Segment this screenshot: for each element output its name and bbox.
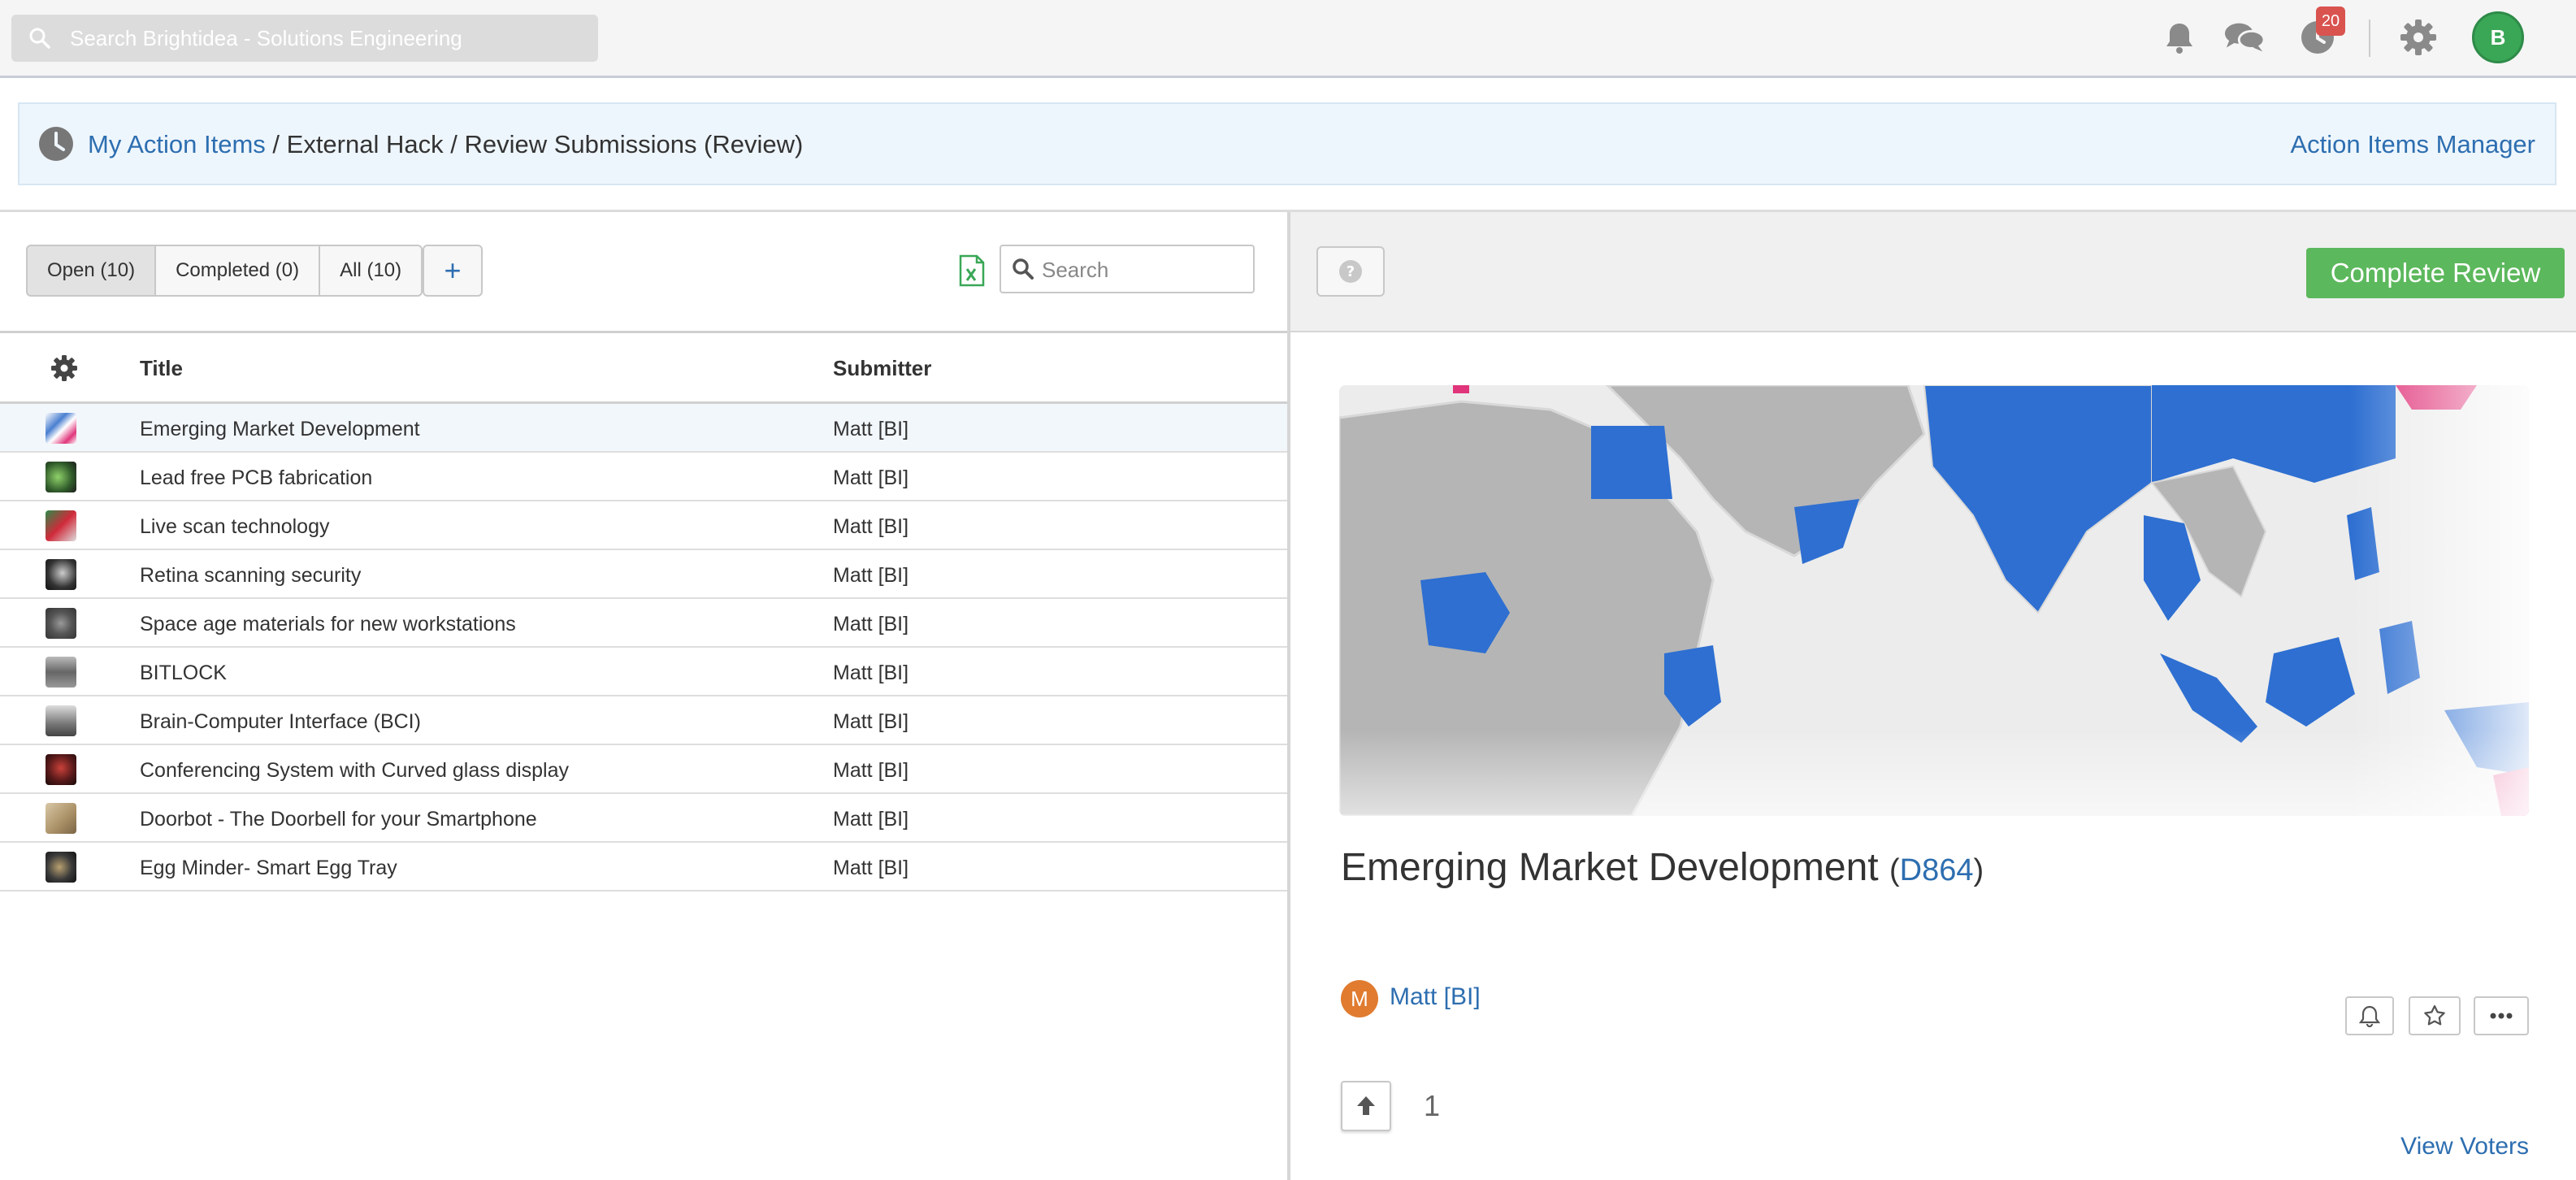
table-row[interactable]: Retina scanning security Matt [BI] [0, 550, 1287, 599]
breadcrumb-separator: / [443, 130, 465, 158]
gear-icon[interactable] [2397, 16, 2439, 59]
filter-all-button[interactable]: All (10) [319, 245, 423, 297]
idea-title: Emerging Market Development (D864) [1341, 845, 1984, 890]
row-submitter: Matt [BI] [833, 710, 909, 733]
chat-icon[interactable] [2223, 16, 2266, 59]
idea-code-link[interactable]: D864 [1900, 853, 1974, 887]
favorite-button[interactable] [2409, 996, 2461, 1035]
action-items-clock-icon [39, 127, 73, 161]
idea-image-world-map [1339, 385, 2529, 816]
idea-thumbnail [46, 608, 76, 639]
row-submitter: Matt [BI] [833, 515, 909, 538]
row-title: Retina scanning security [140, 564, 362, 587]
row-title: Emerging Market Development [140, 418, 420, 440]
row-submitter: Matt [BI] [833, 564, 909, 587]
row-title: Conferencing System with Curved glass di… [140, 759, 570, 782]
breadcrumb-my-action-items-link[interactable]: My Action Items [88, 130, 266, 158]
vote-count: 1 [1424, 1089, 1441, 1122]
idea-code-close-paren: ) [1973, 853, 1984, 887]
search-icon [29, 28, 50, 49]
idea-thumbnail [46, 559, 76, 590]
svg-text:?: ? [1347, 263, 1355, 280]
row-submitter: Matt [BI] [833, 662, 909, 684]
idea-thumbnail [46, 803, 76, 834]
table-row[interactable]: Space age materials for new workstations… [0, 599, 1287, 648]
search-icon [1013, 258, 1034, 280]
row-title: Lead free PCB fabrication [140, 466, 373, 489]
table-row[interactable]: Lead free PCB fabrication Matt [BI] [0, 453, 1287, 501]
table-row[interactable]: BITLOCK Matt [BI] [0, 648, 1287, 696]
list-search-placeholder: Search [1042, 258, 1109, 282]
more-options-button[interactable] [2474, 996, 2529, 1035]
table-row[interactable]: Live scan technology Matt [BI] [0, 501, 1287, 550]
excel-export-icon[interactable] [959, 254, 985, 287]
top-bar: Search Brightidea - Solutions Engineerin… [0, 0, 2576, 78]
complete-review-button[interactable]: Complete Review [2306, 248, 2565, 298]
table-row[interactable]: Egg Minder- Smart Egg Tray Matt [BI] [0, 843, 1287, 892]
table-row[interactable]: Conferencing System with Curved glass di… [0, 745, 1287, 794]
help-button[interactable]: ? [1316, 246, 1385, 297]
action-items-list-pane: Open (10) Completed (0) All (10) + Searc… [0, 212, 1287, 1180]
filter-open-button[interactable]: Open (10) [26, 245, 157, 297]
breadcrumb-program: External Hack [286, 130, 444, 158]
idea-thumbnail [46, 462, 76, 492]
column-settings-gear-icon[interactable] [50, 354, 78, 382]
row-submitter: Matt [BI] [833, 418, 909, 440]
submitter-avatar[interactable]: M [1341, 980, 1378, 1017]
detail-toolbar: ? Complete Review [1290, 212, 2576, 332]
idea-code-open-paren: ( [1889, 853, 1900, 887]
row-submitter: Matt [BI] [833, 808, 909, 831]
row-title: BITLOCK [140, 662, 227, 684]
bell-icon[interactable] [2158, 16, 2201, 59]
vote-up-button[interactable] [1341, 1081, 1391, 1131]
breadcrumb-separator: / [265, 130, 287, 158]
row-submitter: Matt [BI] [833, 613, 909, 636]
filter-button-group: Open (10) Completed (0) All (10) [26, 245, 423, 297]
breadcrumb-bar: My Action Items / External Hack / Review… [18, 102, 2556, 185]
subscribe-button[interactable] [2345, 996, 2394, 1035]
row-submitter: Matt [BI] [833, 857, 909, 879]
row-title: Doorbot - The Doorbell for your Smartpho… [140, 808, 537, 831]
idea-thumbnail [46, 413, 76, 444]
table-header: Title Submitter [0, 331, 1287, 404]
breadcrumb: My Action Items / External Hack / Review… [88, 128, 803, 161]
view-voters-link[interactable]: View Voters [2400, 1133, 2529, 1160]
column-header-submitter[interactable]: Submitter [833, 356, 931, 381]
topbar-divider [2369, 20, 2370, 57]
filter-completed-button[interactable]: Completed (0) [154, 245, 321, 297]
row-title: Live scan technology [140, 515, 330, 538]
bell-outline-icon [2359, 1005, 2380, 1027]
pane-divider[interactable] [1287, 212, 1290, 1180]
add-item-button[interactable]: + [423, 245, 483, 297]
table-row[interactable]: Emerging Market Development Matt [BI] [0, 404, 1287, 453]
action-items-manager-link[interactable]: Action Items Manager [2290, 128, 2535, 161]
idea-thumbnail [46, 657, 76, 688]
idea-title-text: Emerging Market Development [1341, 846, 1879, 889]
user-avatar[interactable]: B [2472, 11, 2524, 63]
ellipsis-icon [2490, 1013, 2513, 1019]
table-row[interactable]: Brain-Computer Interface (BCI) Matt [BI] [0, 696, 1287, 745]
row-title: Brain-Computer Interface (BCI) [140, 710, 421, 733]
idea-thumbnail [46, 852, 76, 883]
table-row[interactable]: Doorbot - The Doorbell for your Smartpho… [0, 794, 1287, 843]
global-search-input[interactable]: Search Brightidea - Solutions Engineerin… [11, 15, 598, 62]
row-title: Egg Minder- Smart Egg Tray [140, 857, 397, 879]
global-search-placeholder: Search Brightidea - Solutions Engineerin… [70, 26, 462, 50]
list-search-input[interactable]: Search [1000, 245, 1255, 293]
column-header-title[interactable]: Title [140, 356, 183, 381]
arrow-up-icon [1357, 1096, 1375, 1115]
row-title: Space age materials for new workstations [140, 613, 516, 636]
idea-thumbnail [46, 754, 76, 785]
idea-thumbnail [46, 705, 76, 736]
idea-code: (D864) [1889, 853, 1984, 887]
notification-count-badge: 20 [2316, 7, 2345, 36]
help-icon: ? [1339, 260, 1362, 283]
idea-thumbnail [46, 510, 76, 541]
row-submitter: Matt [BI] [833, 759, 909, 782]
breadcrumb-current-page: Review Submissions (Review) [464, 130, 804, 158]
submitter-name-link[interactable]: Matt [BI] [1390, 983, 1481, 1011]
row-submitter: Matt [BI] [833, 466, 909, 489]
star-outline-icon [2424, 1004, 2445, 1026]
